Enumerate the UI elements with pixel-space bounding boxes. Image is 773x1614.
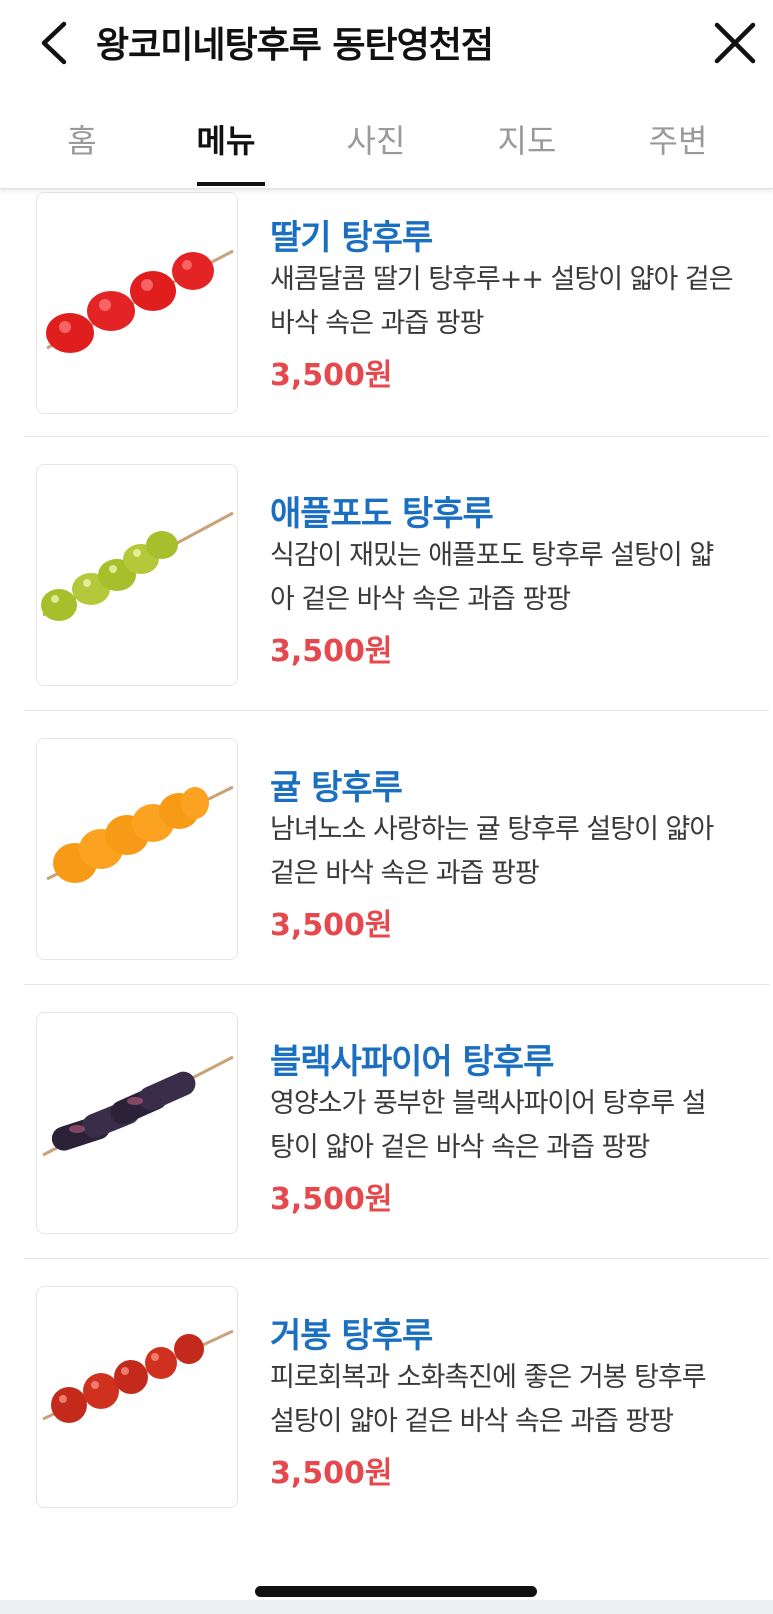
- page-title: 왕코미네탕후루 동탄영천점: [96, 25, 494, 66]
- menu-item-image: [36, 464, 238, 686]
- menu-item-name: 귤 탕후루: [270, 768, 403, 808]
- menu-item-image: [36, 738, 238, 960]
- menu-item[interactable]: 딸기 탕후루 새콤달콤 딸기 탕후루++ 설탕이 얇아 겉은 바삭 속은 과즙 …: [24, 188, 769, 470]
- menu-item-image: [36, 192, 238, 414]
- description-line: 새콤달콤 딸기 탕후루++ 설탕이 얇아 겉은: [270, 264, 734, 295]
- description-line: 바삭 속은 과즙 팡팡: [270, 308, 484, 339]
- menu-item-price: 3,500원: [270, 1456, 393, 1491]
- tab-menu[interactable]: 메뉴: [166, 116, 286, 162]
- menu-item-description: 새콤달콤 딸기 탕후루++ 설탕이 얇아 겉은 바삭 속은 과즙 팡팡: [270, 258, 770, 346]
- menu-item-price: 3,500원: [270, 1182, 393, 1217]
- menu-item-price: 3,500원: [270, 634, 393, 669]
- bottom-bar: [0, 1600, 773, 1614]
- chevron-left-icon: [41, 21, 67, 65]
- menu-item[interactable]: 블랙사파이어 탕후루 영양소가 풍부한 블랙사파이어 탕후루 설 탕이 얇아 겉…: [24, 1012, 769, 1294]
- description-line: 식감이 재밌는 애플포도 탕후루 설탕이 얇: [270, 540, 714, 571]
- description-line: 아 겉은 바삭 속은 과즙 팡팡: [270, 584, 571, 615]
- menu-item-image: [36, 1012, 238, 1234]
- menu-item-image: [36, 1286, 238, 1508]
- description-line: 남녀노소 사랑하는 귤 탕후루 설탕이 얇아: [270, 814, 714, 845]
- description-line: 탕이 얇아 겉은 바삭 속은 과즙 팡팡: [270, 1132, 650, 1163]
- menu-item[interactable]: 거봉 탕후루 피로회복과 소화촉진에 좋은 거봉 탕후루 설탕이 얇아 겉은 바…: [24, 1286, 769, 1568]
- menu-item-name: 거봉 탕후루: [270, 1316, 433, 1356]
- description-line: 피로회복과 소화촉진에 좋은 거봉 탕후루: [270, 1362, 707, 1393]
- tab-bar: 홈 메뉴 사진 지도 주변: [0, 92, 773, 189]
- divider: [24, 1258, 769, 1259]
- active-tab-indicator: [197, 182, 265, 186]
- tangerine-tanghulu-image: [46, 785, 234, 883]
- tab-map[interactable]: 지도: [467, 116, 587, 162]
- red-grape-tanghulu-image: [42, 1329, 234, 1423]
- back-button[interactable]: [34, 18, 78, 68]
- black-sapphire-tanghulu-image: [42, 1055, 234, 1157]
- menu-item-description: 식감이 재밌는 애플포도 탕후루 설탕이 얇 아 겉은 바삭 속은 과즙 팡팡: [270, 534, 770, 622]
- close-icon: [714, 22, 756, 64]
- menu-item-price: 3,500원: [270, 908, 393, 943]
- menu-item-description: 피로회복과 소화촉진에 좋은 거봉 탕후루 설탕이 얇아 겉은 바삭 속은 과즙…: [270, 1356, 770, 1444]
- menu-item-description: 남녀노소 사랑하는 귤 탕후루 설탕이 얇아 겉은 바삭 속은 과즙 팡팡: [270, 808, 770, 896]
- green-grape-tanghulu-image: [41, 511, 234, 621]
- menu-item-name: 블랙사파이어 탕후루: [270, 1042, 554, 1082]
- menu-item-price: 3,500원: [270, 358, 393, 393]
- menu-item-name: 딸기 탕후루: [270, 218, 433, 258]
- tab-nearby[interactable]: 주변: [618, 116, 738, 162]
- tab-photos[interactable]: 사진: [316, 116, 436, 162]
- menu-item[interactable]: 귤 탕후루 남녀노소 사랑하는 귤 탕후루 설탕이 얇아 겉은 바삭 속은 과즙…: [24, 738, 769, 1020]
- tab-home[interactable]: 홈: [22, 116, 142, 162]
- home-indicator[interactable]: [255, 1586, 537, 1597]
- menu-item-name: 애플포도 탕후루: [270, 494, 494, 534]
- description-line: 설탕이 얇아 겉은 바삭 속은 과즙 팡팡: [270, 1406, 674, 1437]
- divider: [24, 984, 769, 985]
- divider: [24, 436, 769, 437]
- menu-item-description: 영양소가 풍부한 블랙사파이어 탕후루 설 탕이 얇아 겉은 바삭 속은 과즙 …: [270, 1082, 770, 1170]
- strawberry-tanghulu-image: [46, 249, 234, 353]
- description-line: 영양소가 풍부한 블랙사파이어 탕후루 설: [270, 1088, 707, 1119]
- description-line: 겉은 바삭 속은 과즙 팡팡: [270, 858, 540, 889]
- close-button[interactable]: [712, 20, 758, 66]
- divider: [24, 710, 769, 711]
- menu-item[interactable]: 애플포도 탕후루 식감이 재밌는 애플포도 탕후루 설탕이 얇 아 겉은 바삭 …: [24, 464, 769, 746]
- app-header: 왕코미네탕후루 동탄영천점: [0, 0, 773, 88]
